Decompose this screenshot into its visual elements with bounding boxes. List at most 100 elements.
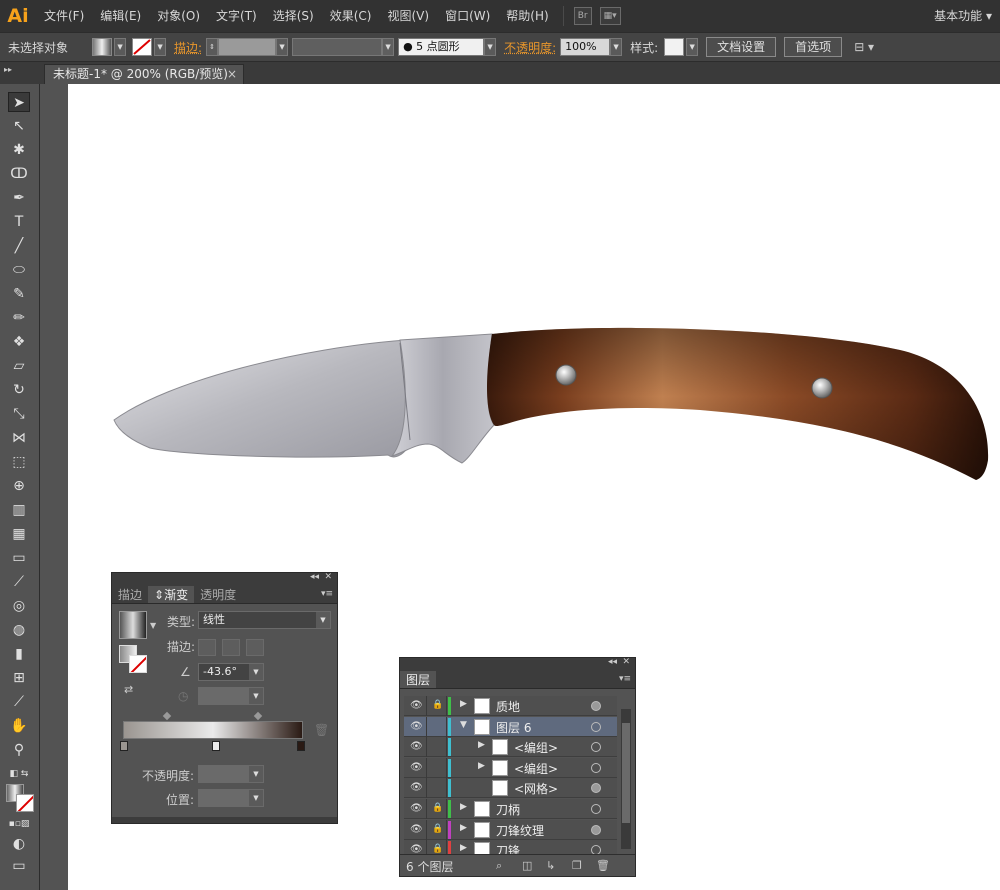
stroke-weight-dropdown-icon[interactable]: ▼ xyxy=(276,38,289,56)
gradient-type-dropdown-icon[interactable]: ▼ xyxy=(316,612,330,628)
symbol-sprayer-tool-icon[interactable]: ◍ xyxy=(8,620,30,640)
default-fill-stroke-icon[interactable]: ◧ ⇆ xyxy=(8,764,30,784)
screen-mode-icon[interactable]: ▭ xyxy=(8,856,30,876)
visibility-eye-icon[interactable]: 👁 xyxy=(410,824,423,836)
perspective-grid-tool-icon[interactable]: ▥ xyxy=(8,500,30,520)
stroke-dropdown-icon[interactable]: ▼ xyxy=(154,38,167,56)
gradient-tool-icon[interactable]: ▭ xyxy=(8,548,30,568)
layer-row[interactable]: 👁 ▶ <编组> xyxy=(404,757,617,778)
width-tool-icon[interactable]: ⋈ xyxy=(8,428,30,448)
tab-gradient[interactable]: ⇕渐变 xyxy=(148,586,195,603)
stroke-weight-stepper[interactable]: ⇕ xyxy=(206,38,219,56)
new-sublayer-icon[interactable]: ↳ xyxy=(546,859,555,872)
stroke-swatch[interactable] xyxy=(132,38,153,56)
layer-row[interactable]: 👁 🔒 ▶ 刀锋纹理 xyxy=(404,819,617,840)
profile-dropdown-icon[interactable]: ▼ xyxy=(382,38,395,56)
layers-scrollbar[interactable] xyxy=(621,709,631,849)
stop-location-dropdown-icon[interactable]: ▼ xyxy=(249,790,263,806)
aspect-ratio-field[interactable]: ▼ xyxy=(198,687,264,705)
gradient-type-select[interactable]: 线性 ▼ xyxy=(198,611,331,629)
paintbrush-tool-icon[interactable]: ✎ xyxy=(8,284,30,304)
panel-options-icon[interactable]: ⊟ ▾ xyxy=(854,40,874,54)
tab-transparency[interactable]: 透明度 xyxy=(194,586,242,603)
gradient-midpoint-2[interactable] xyxy=(253,711,263,721)
new-layer-icon[interactable]: ❐ xyxy=(572,859,582,872)
layers-title-bar[interactable]: ◂◂ ✕ xyxy=(400,657,635,671)
panel-title-bar[interactable]: ◂◂ ✕ xyxy=(112,572,337,586)
lock-icon[interactable]: 🔒 xyxy=(432,803,443,813)
delete-layer-icon[interactable]: 🗑 xyxy=(596,859,610,872)
collapse-layers-icon[interactable]: ◂◂ xyxy=(608,657,617,667)
brush-dropdown-icon[interactable]: ▼ xyxy=(484,38,497,56)
visibility-eye-icon[interactable]: 👁 xyxy=(410,782,423,794)
menu-edit[interactable]: 编辑(E) xyxy=(92,0,149,32)
blob-brush-tool-icon[interactable]: ❖ xyxy=(8,332,30,352)
drawing-mode-icon[interactable]: ◐ xyxy=(8,834,30,854)
arrange-documents-icon[interactable]: ▦▾ xyxy=(599,7,621,25)
target-icon[interactable] xyxy=(591,804,601,814)
stroke-color-swatch[interactable] xyxy=(16,794,34,812)
collapsed-triangle-icon[interactable]: ▶ xyxy=(460,699,467,709)
lasso-tool-icon[interactable]: ↀ xyxy=(8,164,30,184)
fill-dropdown-icon[interactable]: ▼ xyxy=(114,38,127,56)
layer-row[interactable]: 👁 <网格> xyxy=(404,778,617,799)
menu-help[interactable]: 帮助(H) xyxy=(498,0,556,32)
visibility-eye-icon[interactable]: 👁 xyxy=(410,803,423,815)
scale-tool-icon[interactable]: ⤡ xyxy=(8,404,30,424)
menu-file[interactable]: 文件(F) xyxy=(36,0,92,32)
layer-name[interactable]: 刀锋纹理 xyxy=(496,822,544,839)
gradient-stop-1[interactable] xyxy=(120,741,128,751)
workspace-switcher[interactable]: 基本功能 ▾ xyxy=(934,0,992,32)
gradient-stop-3[interactable] xyxy=(297,741,305,751)
menu-view[interactable]: 视图(V) xyxy=(379,0,437,32)
layer-row[interactable]: 👁 🔒 ▶ 质地 xyxy=(404,696,617,716)
layer-name[interactable]: <编组> xyxy=(514,739,558,756)
stroke-within-icon[interactable] xyxy=(198,639,216,656)
gradient-midpoint-1[interactable] xyxy=(162,711,172,721)
stop-opacity-field[interactable]: ▼ xyxy=(198,765,264,783)
target-icon[interactable] xyxy=(591,762,601,773)
collapsed-triangle-icon[interactable]: ▶ xyxy=(460,843,467,853)
collapsed-triangle-icon[interactable]: ▶ xyxy=(460,802,467,812)
selection-tool-icon[interactable]: ➤ xyxy=(8,92,30,112)
layer-row[interactable]: 👁 ▼ 图层 6 xyxy=(404,716,617,737)
lock-icon[interactable]: 🔒 xyxy=(432,844,443,854)
collapsed-triangle-icon[interactable]: ▶ xyxy=(478,761,485,771)
layers-menu-icon[interactable]: ▾≡ xyxy=(619,674,631,684)
stroke-label[interactable]: 描边: xyxy=(174,39,202,56)
lock-icon[interactable]: 🔒 xyxy=(432,824,443,834)
collapse-panel-icon[interactable]: ◂◂ xyxy=(310,572,319,582)
eraser-tool-icon[interactable]: ▱ xyxy=(8,356,30,376)
menu-object[interactable]: 对象(O) xyxy=(149,0,208,32)
expanded-triangle-icon[interactable]: ▼ xyxy=(460,720,467,730)
shape-builder-tool-icon[interactable]: ⊕ xyxy=(8,476,30,496)
bridge-icon[interactable]: Br xyxy=(573,7,592,25)
layer-name[interactable]: 图层 6 xyxy=(496,719,531,736)
target-icon[interactable] xyxy=(591,701,601,711)
stroke-along-icon[interactable] xyxy=(222,639,240,656)
eyedropper-tool-icon[interactable]: ⟋ xyxy=(8,572,30,592)
column-graph-tool-icon[interactable]: ▮ xyxy=(8,644,30,664)
close-layers-icon[interactable]: ✕ xyxy=(622,657,630,667)
line-tool-icon[interactable]: ╱ xyxy=(8,236,30,256)
visibility-eye-icon[interactable]: 👁 xyxy=(410,700,423,712)
hand-tool-icon[interactable]: ✋ xyxy=(8,716,30,736)
angle-field[interactable]: -43.6° ▼ xyxy=(198,663,264,681)
lock-icon[interactable]: 🔒 xyxy=(432,700,443,710)
direct-selection-tool-icon[interactable]: ↖ xyxy=(8,116,30,136)
opacity-dropdown-icon[interactable]: ▼ xyxy=(610,38,623,56)
tab-layers[interactable]: 图层 xyxy=(400,671,437,688)
layer-row[interactable]: 👁 🔒 ▶ 刀柄 xyxy=(404,799,617,819)
pen-tool-icon[interactable]: ✒ xyxy=(8,188,30,208)
stroke-across-icon[interactable] xyxy=(246,639,264,656)
clipping-mask-icon[interactable]: ◫ xyxy=(522,859,532,872)
variable-width-profile[interactable] xyxy=(292,38,383,56)
gradient-preset-dropdown-icon[interactable]: ▼ xyxy=(150,621,156,630)
blend-tool-icon[interactable]: ◎ xyxy=(8,596,30,616)
document-tab[interactable]: 未标题-1* @ 200% (RGB/预览) × xyxy=(44,64,244,84)
panel-menu-icon[interactable]: ▾≡ xyxy=(321,589,333,599)
fill-swatch[interactable] xyxy=(92,38,113,56)
mesh-tool-icon[interactable]: ▦ xyxy=(8,524,30,544)
stop-location-field[interactable]: ▼ xyxy=(198,789,264,807)
type-tool-icon[interactable]: T xyxy=(8,212,30,232)
